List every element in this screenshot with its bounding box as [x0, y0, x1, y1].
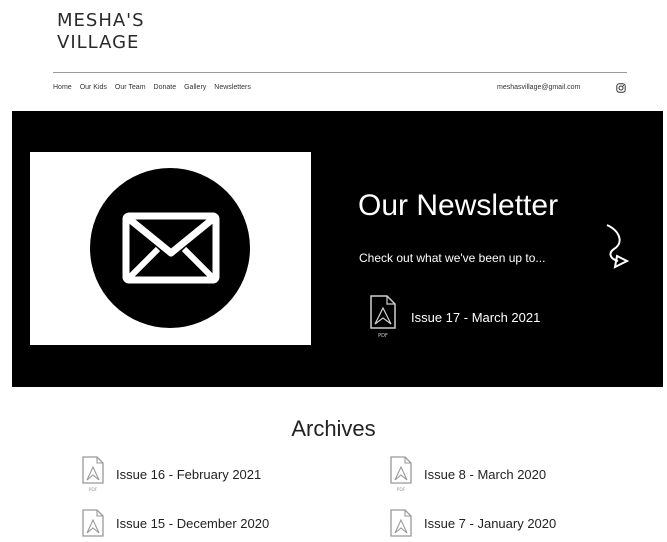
pdf-file-icon: PDF: [370, 295, 396, 339]
main-nav: Home Our Kids Our Team Donate Gallery Ne…: [53, 84, 251, 91]
pdf-label: PDF: [378, 333, 388, 339]
latest-issue-link[interactable]: PDF Issue 17 - March 2021: [365, 294, 540, 340]
nav-home[interactable]: Home: [53, 84, 72, 91]
archive-item-label: Issue 7 - January 2020: [424, 515, 557, 531]
pdf-label: PDF: [397, 487, 406, 493]
pdf-file-icon: [82, 509, 104, 537]
pdf-file-icon: [390, 509, 412, 537]
nav-newsletters[interactable]: Newsletters: [214, 84, 251, 91]
archive-item-issue-7[interactable]: Issue 7 - January 2020: [388, 508, 556, 538]
archives-heading: Archives: [291, 416, 376, 441]
latest-issue-label: Issue 17 - March 2021: [411, 309, 541, 325]
pdf-file-icon: PDF: [82, 456, 104, 493]
pdf-label: PDF: [89, 487, 98, 493]
instagram-icon[interactable]: [616, 83, 626, 93]
nav-our-team[interactable]: Our Team: [115, 84, 146, 91]
newsletter-title: Our Newsletter: [358, 189, 559, 222]
archive-item-label: Issue 16 - February 2021: [116, 466, 262, 482]
nav-donate[interactable]: Donate: [154, 84, 177, 91]
nav-our-kids[interactable]: Our Kids: [80, 84, 107, 91]
archive-item-issue-15[interactable]: Issue 15 - December 2020: [80, 508, 269, 538]
archive-item-label: Issue 8 - March 2020: [424, 466, 547, 482]
archive-item-issue-8[interactable]: PDF Issue 8 - March 2020: [388, 455, 546, 493]
newsletter-image: [30, 152, 311, 345]
envelope-icon: [90, 168, 250, 328]
newsletter-hero: Our Newsletter Check out what we've been…: [12, 111, 663, 387]
logo-line-1: MESHA'S: [57, 10, 145, 31]
header-divider: [53, 72, 627, 73]
curved-arrow-icon: [606, 224, 630, 269]
newsletter-subtitle: Check out what we've been up to...: [359, 251, 546, 265]
pdf-file-icon: PDF: [390, 456, 412, 493]
archive-item-label: Issue 15 - December 2020: [116, 515, 270, 531]
contact-email-link[interactable]: meshasvillage@gmail.com: [497, 84, 580, 91]
logo-line-2: VILLAGE: [57, 32, 140, 53]
archive-item-issue-16[interactable]: PDF Issue 16 - February 2021: [80, 455, 261, 493]
site-logo[interactable]: MESHA'S VILLAGE: [57, 10, 145, 54]
nav-gallery[interactable]: Gallery: [184, 84, 206, 91]
